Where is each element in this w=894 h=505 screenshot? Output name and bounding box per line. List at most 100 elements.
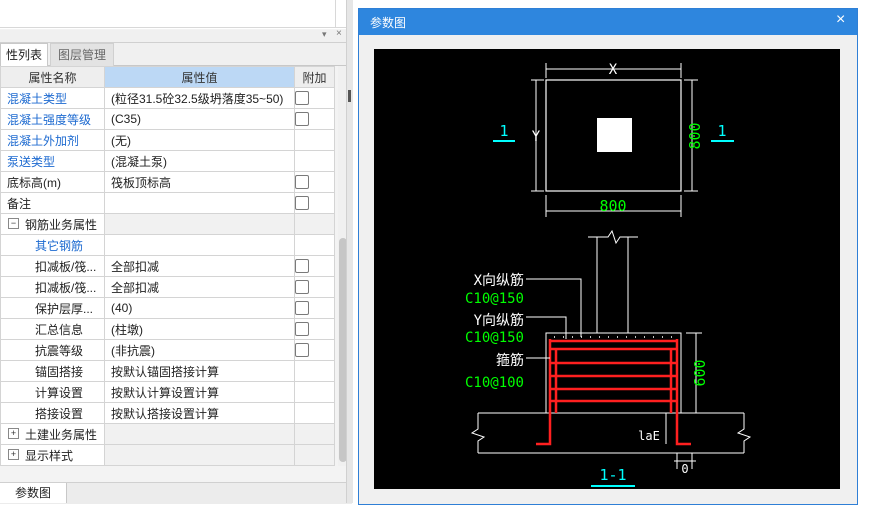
property-extra [294,234,335,256]
extra-checkbox[interactable] [295,280,309,295]
property-value-text: (40) [111,301,133,315]
extra-checkbox[interactable] [295,343,309,358]
extra-checkbox[interactable] [295,112,309,127]
close-panel-icon[interactable]: × [336,28,342,39]
property-name: 备注 [0,192,105,214]
dim-zero-value: 0 [681,462,688,476]
property-extra [294,444,335,466]
table-row[interactable]: 扣减板/筏... 全部扣减 [0,276,335,298]
property-extra [294,171,335,193]
property-name: 扣减板/筏... [0,255,105,277]
rebar-group [536,339,691,446]
toolbar-strip [0,0,346,29]
property-name: + 显示样式 [0,444,105,466]
extra-checkbox[interactable] [295,322,309,337]
dim-right-value: 800 [686,122,704,149]
property-value[interactable]: 按默认锚固搭接计算 [104,360,295,382]
tab-property-list[interactable]: 性列表 [0,43,48,66]
property-name: 锚固搭接 [0,360,105,382]
property-extra [294,276,335,298]
property-extra [294,255,335,277]
property-value[interactable]: (混凝土泵) [104,150,295,172]
property-name-text: 底标高(m) [7,175,61,190]
section-mark-left: 1 [499,122,508,140]
table-row[interactable]: 扣减板/筏... 全部扣减 [0,255,335,277]
extra-checkbox[interactable] [295,91,309,106]
table-row[interactable]: 其它钢筋 [0,234,335,256]
table-row[interactable]: + 显示样式 [0,444,335,466]
property-name-text: 混凝土强度等级 [7,112,92,127]
property-value[interactable]: (无) [104,129,295,151]
property-value[interactable]: 全部扣减 [104,255,295,277]
column-header-value[interactable]: 属性值 [104,66,295,88]
table-row[interactable]: 底标高(m) 筏板顶标高 [0,171,335,193]
diagram-svg: X Y 800 800 1 1 X向纵筋 C10@150 Y向纵筋 C10@15… [465,62,752,487]
extra-checkbox[interactable] [295,301,309,316]
property-name-text: 泵送类型 [7,154,56,169]
dim-bottom-value: 800 [599,197,626,215]
table-row[interactable]: 备注 [0,192,335,214]
property-extra [294,381,335,403]
extra-checkbox[interactable] [295,259,309,274]
column-header-extra[interactable]: 附加 [294,66,335,88]
property-extra [294,297,335,319]
stirrup-label: 箍筋 [496,352,524,369]
tab-layer-management[interactable]: 图层管理 [50,43,114,66]
table-row[interactable]: 抗震等级 (非抗震) [0,339,335,361]
pin-icon[interactable]: ▾ [322,29,327,40]
property-name-text: 扣减板/筏... [35,280,97,295]
table-row[interactable]: 混凝土外加剂 (无) [0,129,335,151]
dialog-title-bar[interactable]: 参数图 × [359,9,857,35]
expand-icon[interactable]: + [8,449,19,460]
table-row[interactable]: 锚固搭接 按默认锚固搭接计算 [0,360,335,382]
extra-checkbox[interactable] [295,175,309,190]
column-header-name[interactable]: 属性名称 [0,66,105,88]
property-name: 底标高(m) [0,171,105,193]
panel-splitter[interactable] [346,0,353,503]
property-value[interactable]: 按默认计算设置计算 [104,381,295,403]
y-bar-spec: C10@150 [465,330,524,346]
property-value[interactable]: (C35) [104,108,295,130]
table-row[interactable]: 泵送类型 (混凝土泵) [0,150,335,172]
table-row[interactable]: 搭接设置 按默认搭接设置计算 [0,402,335,424]
property-name-text: 其它钢筋 [35,238,84,253]
property-extra [294,213,335,235]
x-bar-label: X向纵筋 [474,272,524,289]
property-value-text: 按默认搭接设置计算 [111,406,220,421]
property-value[interactable]: 按默认搭接设置计算 [104,402,295,424]
table-row[interactable]: + 土建业务属性 [0,423,335,445]
property-value[interactable]: 筏板顶标高 [104,171,295,193]
collapse-icon[interactable]: − [8,218,19,229]
property-value[interactable]: (粒径31.5砼32.5级坍落度35~50) [104,87,295,109]
splitter-grip-icon[interactable] [348,90,351,102]
property-value[interactable] [104,444,295,466]
property-value[interactable]: 全部扣减 [104,276,295,298]
property-value[interactable]: (柱墩) [104,318,295,340]
property-name: 扣减板/筏... [0,276,105,298]
property-value[interactable]: (非抗震) [104,339,295,361]
property-value[interactable] [104,213,295,235]
tab-parameter-diagram[interactable]: 参数图 [0,483,67,503]
property-extra [294,423,335,445]
property-value[interactable]: (40) [104,297,295,319]
property-value-text: 全部扣减 [111,259,160,274]
property-value-text: 按默认锚固搭接计算 [111,364,220,379]
property-extra [294,87,335,109]
table-row[interactable]: 保护层厚... (40) [0,297,335,319]
property-value[interactable] [104,192,295,214]
table-row[interactable]: 汇总信息 (柱墩) [0,318,335,340]
close-dialog-button[interactable]: × [836,11,845,29]
dim-x-label: X [609,62,618,78]
column-break-line [588,229,638,245]
x-bar-spec: C10@150 [465,291,524,307]
property-value[interactable] [104,423,295,445]
property-value[interactable] [104,234,295,256]
expand-icon[interactable]: + [8,428,19,439]
table-row[interactable]: − 钢筋业务属性 [0,213,335,235]
property-name-text: 汇总信息 [35,322,84,337]
extra-checkbox[interactable] [295,196,309,211]
property-name: 搭接设置 [0,402,105,424]
table-row[interactable]: 混凝土强度等级 (C35) [0,108,335,130]
table-row[interactable]: 计算设置 按默认计算设置计算 [0,381,335,403]
table-row[interactable]: 混凝土类型 (粒径31.5砼32.5级坍落度35~50) [0,87,335,109]
